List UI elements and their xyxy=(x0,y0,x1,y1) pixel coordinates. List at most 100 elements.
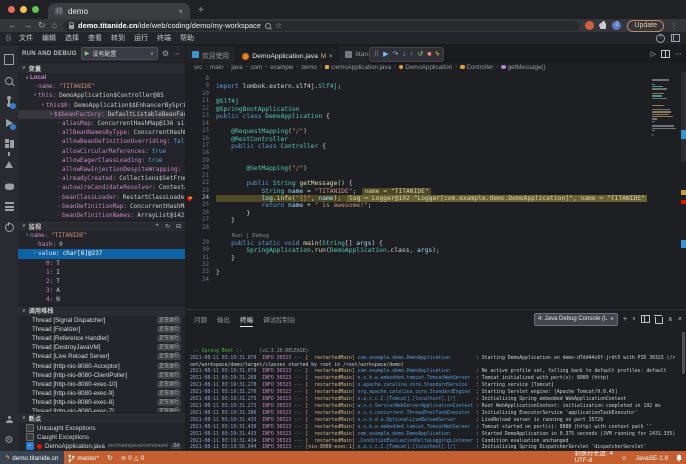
menu-item-帮助[interactable]: 帮助 xyxy=(180,35,194,42)
database-icon[interactable] xyxy=(0,175,18,196)
maximize-window-icon[interactable] xyxy=(32,6,39,13)
collapse-all-icon[interactable]: ⊟ xyxy=(176,223,181,230)
gutter-glyph[interactable] xyxy=(186,83,195,90)
forward-icon[interactable]: → xyxy=(23,19,32,32)
reload-icon[interactable]: ↻ xyxy=(38,19,46,32)
gutter-glyph[interactable] xyxy=(186,76,195,83)
url-text[interactable]: demo.titanide.cn/ide/web/coding/demo/my-… xyxy=(78,21,261,30)
stop-icon[interactable]: ■ xyxy=(427,49,431,61)
extensions-icon[interactable] xyxy=(0,133,18,154)
watch-row[interactable]: hash:0 xyxy=(18,240,185,249)
debug-config-dropdown[interactable]: ▶ 没有配置 ∨ xyxy=(81,47,158,60)
terminal-dropdown-icon[interactable]: ∨ xyxy=(632,316,636,322)
gutter-glyph[interactable] xyxy=(186,128,195,135)
menu-item-转到[interactable]: 转到 xyxy=(111,35,125,42)
code-line-14[interactable]: 14 xyxy=(186,121,686,128)
code-line-23[interactable]: 23 String name = "TITANIDE";name = "TITA… xyxy=(186,188,686,195)
code-line-25[interactable]: 25 return name + " is awesome!"; xyxy=(186,202,686,209)
variable-row[interactable]: allowBeanDefinitionOverriding:false xyxy=(18,137,185,146)
menu-item-编辑[interactable]: 编辑 xyxy=(42,35,56,42)
variable-row[interactable]: ›name:"TITANIDE" xyxy=(18,82,185,91)
variable-row[interactable]: ∨$$beanFactory:DefaultListableBeanFactor… xyxy=(18,110,185,119)
minimap[interactable] xyxy=(652,77,678,138)
gutter-glyph[interactable] xyxy=(186,180,195,187)
watch-row[interactable]: 3:A xyxy=(18,286,185,295)
extensions-puzzle-icon[interactable] xyxy=(600,23,606,29)
watch-row[interactable]: 0:T xyxy=(18,259,185,268)
thread-row[interactable]: Thread [Reference Handler]正在运行 xyxy=(18,334,185,343)
power-icon[interactable] xyxy=(0,217,18,238)
browser-tab[interactable]: (·) demo × xyxy=(48,3,190,19)
breakpoint-checkbox[interactable] xyxy=(26,433,34,441)
gutter-glyph[interactable] xyxy=(186,269,195,276)
debug-settings-gear-icon[interactable]: ⚙ xyxy=(162,49,169,58)
variable-row[interactable]: ›allBeanNamesByType:ConcurrentHashMap@13… xyxy=(18,128,185,137)
gutter-glyph[interactable] xyxy=(186,262,195,269)
maximize-panel-icon[interactable]: ∧ xyxy=(668,315,673,323)
refresh-watch-icon[interactable]: ↻ xyxy=(165,223,170,230)
run-file-icon[interactable]: ▷ xyxy=(651,50,656,58)
code-line-16[interactable]: 16 @RestController xyxy=(186,136,686,143)
breakpoint-row[interactable]: Uncaught Exceptions xyxy=(18,423,185,432)
panel-tab-终端[interactable]: 终端 xyxy=(240,311,253,327)
breakpoint-checkbox[interactable] xyxy=(26,424,34,432)
gutter-glyph[interactable] xyxy=(186,143,195,150)
code-line-8[interactable]: 8 xyxy=(186,76,686,83)
gutter-glyph[interactable] xyxy=(186,136,195,143)
breadcrumb-item-DemoApplication[interactable]: DemoApplication xyxy=(399,64,452,71)
code-line-19[interactable]: 19 xyxy=(186,158,686,165)
gutter-glyph[interactable] xyxy=(186,210,195,217)
gutter-glyph[interactable] xyxy=(186,202,195,209)
gutter-glyph[interactable] xyxy=(186,150,195,157)
code-line-27[interactable]: 27 } xyxy=(186,217,686,224)
gutter-glyph[interactable] xyxy=(186,158,195,165)
variables-section-header[interactable]: ∨ 变量 xyxy=(18,62,185,73)
code-line-9[interactable]: 9import lombok.extern.slf4j.Slf4j; xyxy=(186,83,686,90)
panel-tab-调试控制台[interactable]: 调试控制台 xyxy=(263,311,296,327)
profile-avatar[interactable] xyxy=(585,21,594,30)
account-icon[interactable] xyxy=(0,409,18,430)
menu-item-选择[interactable]: 选择 xyxy=(65,35,79,42)
feedback-icon[interactable]: ☺ xyxy=(617,455,631,462)
overview-ruler[interactable] xyxy=(681,72,686,309)
watch-row[interactable]: ∨name:"TITANIDE" xyxy=(18,231,185,240)
search-sidebar-icon[interactable] xyxy=(0,70,18,91)
explorer-icon[interactable] xyxy=(0,49,18,70)
notifications-bell[interactable] xyxy=(672,454,686,462)
help-icon[interactable]: ? xyxy=(656,34,665,43)
code-line-34[interactable]: 34 xyxy=(186,277,686,284)
gutter-glyph[interactable] xyxy=(186,225,195,232)
gutter-glyph[interactable] xyxy=(186,173,195,180)
watch-row[interactable]: 4:N xyxy=(18,295,185,304)
variable-row[interactable]: ›alreadyCreated:Collections$SetFromMap@1… xyxy=(18,174,185,183)
editor-more-actions-icon[interactable]: ⋯ xyxy=(675,50,682,58)
code-line-30[interactable]: 30 SpringApplication.run(DemoApplication… xyxy=(186,247,686,254)
test-flask-icon[interactable] xyxy=(0,154,18,175)
new-tab-button[interactable]: + xyxy=(190,2,212,19)
code-line-26[interactable]: 26 } xyxy=(186,210,686,217)
watch-row[interactable]: 2:T xyxy=(18,277,185,286)
gutter-glyph[interactable] xyxy=(186,113,195,120)
gutter-glyph[interactable] xyxy=(186,121,195,128)
jdk-status[interactable]: JavaSE-1.8 xyxy=(631,455,672,462)
restart-icon[interactable]: ↺ xyxy=(417,49,423,61)
variable-row[interactable]: allowEagerClassLoading:true xyxy=(18,156,185,165)
gutter-glyph[interactable] xyxy=(186,91,195,98)
breakpoint-checkbox[interactable]: ✓ xyxy=(26,442,34,450)
source-control-icon[interactable] xyxy=(0,91,18,112)
watch-section-header[interactable]: ∨ 监视 + ↻ ⊟ xyxy=(18,220,185,231)
watch-row[interactable]: ∨value:char[8]@237 xyxy=(18,249,185,258)
thread-row[interactable]: Thread [Live Reload Server]正在运行 xyxy=(18,352,185,361)
settings-gear-icon[interactable]: ⚙ xyxy=(0,430,18,451)
minimize-window-icon[interactable] xyxy=(20,6,27,13)
code-line-17[interactable]: 17 public class Controller { xyxy=(186,143,686,150)
breadcrumb-item-Controller[interactable]: Controller xyxy=(460,64,493,71)
hot-code-replace-icon[interactable]: ϟ xyxy=(436,49,440,61)
close-tab-icon[interactable]: × xyxy=(329,54,333,60)
account-avatar[interactable]: J xyxy=(612,21,621,30)
code-line-10[interactable]: 10 xyxy=(186,91,686,98)
home-icon[interactable]: ⌂ xyxy=(52,19,57,32)
code-line-21[interactable]: 21 xyxy=(186,173,686,180)
thread-row[interactable]: Thread [Finalizer]正在运行 xyxy=(18,325,185,334)
bookmark-star-icon[interactable]: ☆ xyxy=(275,21,282,30)
